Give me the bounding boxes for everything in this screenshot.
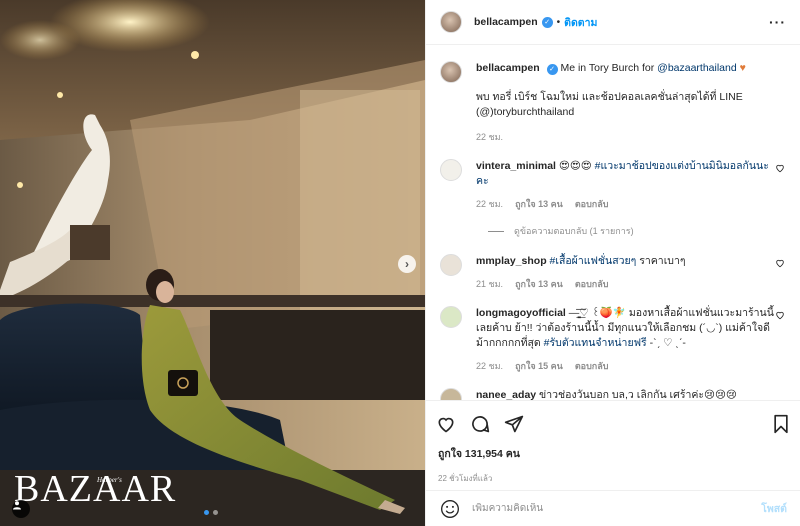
caption-meta: 22 ชม. (476, 130, 776, 145)
heart-icon[interactable] (775, 310, 785, 320)
carousel-dot (213, 510, 218, 515)
comment-username[interactable]: nanee_aday (476, 389, 536, 400)
caption-time[interactable]: 22 ชม. (476, 130, 503, 145)
avatar[interactable] (440, 11, 462, 33)
emoji-icon[interactable] (440, 499, 460, 519)
avatar[interactable] (440, 388, 462, 400)
view-replies-button[interactable]: ดูข้อความตอบกลับ (1 รายการ) (488, 224, 787, 238)
comment-likes[interactable]: ถูกใจ 13 คน (515, 197, 563, 212)
heart-icon[interactable] (775, 258, 785, 268)
bazaar-logo: BAZAAR (14, 468, 177, 510)
comment-body: longmagoyofficial —̳͟͞͞♡ ꒰🍑🧚 มองหาเสื้อผ… (476, 306, 776, 374)
caption-username[interactable]: bellacampen (476, 62, 540, 74)
comment-hashtag[interactable]: #รับตัวแทนจำหน่ายฟรี (544, 337, 647, 349)
carousel-indicator (204, 510, 218, 515)
post-comment-button[interactable]: โพสต์ (761, 500, 787, 517)
post-time-ago[interactable]: 22 ชั่วโมงที่แล้ว (436, 472, 791, 485)
comment-body: mmplay_shop #เสื้อผ้าแฟชั่นสวยๆ ราคาเบาๆ… (476, 254, 776, 292)
comment-likes[interactable]: ถูกใจ 15 คน (515, 359, 563, 374)
follow-button[interactable]: ติดตาม (564, 14, 597, 31)
heart-icon[interactable] (775, 163, 785, 173)
comment-hashtag[interactable]: #เสื้อผ้าแฟชั่นสวยๆ (550, 255, 637, 267)
avatar[interactable] (440, 306, 462, 328)
header-username[interactable]: bellacampen (474, 16, 538, 28)
comment-icon[interactable] (470, 414, 490, 434)
add-comment-bar: โพสต์ (426, 490, 800, 526)
caption-text: Me in Tory Burch for (560, 62, 655, 74)
comment-username[interactable]: vintera_minimal (476, 160, 556, 172)
comment-text-after: -ˋˏ ♡ ˎˊ- (646, 337, 686, 349)
avatar[interactable] (440, 254, 462, 276)
user-tag-icon[interactable] (12, 500, 30, 518)
post-image[interactable]: BAZAAR Harper's › (0, 0, 425, 526)
comment-time[interactable]: 22 ชม. (476, 359, 503, 374)
comment-text: 😍😍😍 (558, 160, 595, 172)
share-icon[interactable] (504, 414, 524, 434)
reply-button[interactable]: ตอบกลับ (575, 359, 609, 374)
comment-item: vintera_minimal 😍😍😍 #แวะมาช้อปของแต่งบ้า… (440, 159, 787, 212)
separator-dot: • (556, 16, 561, 28)
comment-item: mmplay_shop #เสื้อผ้าแฟชั่นสวยๆ ราคาเบาๆ… (440, 254, 787, 292)
verified-badge-icon: ✓ (546, 64, 558, 75)
comment-username[interactable]: longmagoyofficial (476, 307, 566, 319)
comment-text: ราคาเบาๆ (636, 255, 686, 267)
post-header: bellacampen ✓ • ติดตาม ··· (426, 0, 800, 45)
comment-time[interactable]: 22 ชม. (476, 197, 503, 212)
action-icons (436, 413, 791, 435)
comment-item: nanee_aday ข่าวช่องวันบอก บล,ว เลิกกัน เ… (440, 388, 787, 400)
avatar[interactable] (440, 61, 462, 83)
post-actions: ถูกใจ 131,954 คน 22 ชั่วโมงที่แล้ว (426, 400, 800, 490)
comment-username[interactable]: mmplay_shop (476, 255, 547, 267)
carousel-dot-active (204, 510, 209, 515)
orange-heart-icon: ♥ (739, 62, 746, 74)
view-replies-label[interactable]: ดูข้อความตอบกลับ (1 รายการ) (514, 224, 634, 238)
caption-body: bellacampen ✓ Me in Tory Burch for @baza… (476, 61, 776, 145)
likes-count[interactable]: ถูกใจ 131,954 คน (436, 445, 791, 462)
comment-input[interactable] (472, 503, 762, 514)
replies-line (488, 230, 504, 232)
harpers-logo: Harper's (97, 476, 122, 484)
comments-list[interactable]: bellacampen ✓ Me in Tory Burch for @baza… (426, 45, 800, 400)
comment-likes[interactable]: ถูกใจ 13 คน (515, 277, 563, 292)
comment-item: longmagoyofficial —̳͟͞͞♡ ꒰🍑🧚 มองหาเสื้อผ… (440, 306, 787, 374)
verified-badge-icon: ✓ (541, 16, 553, 28)
avatar[interactable] (440, 159, 462, 181)
post-side-panel: bellacampen ✓ • ติดตาม ··· bellacampen ✓… (425, 0, 800, 526)
heart-icon[interactable] (436, 414, 456, 434)
caption-mention[interactable]: @bazaarthailand (657, 62, 737, 74)
reply-button[interactable]: ตอบกลับ (575, 197, 609, 212)
bookmark-icon[interactable] (771, 414, 791, 434)
caption: bellacampen ✓ Me in Tory Burch for @baza… (440, 61, 787, 145)
comment-body: nanee_aday ข่าวช่องวันบอก บล,ว เลิกกัน เ… (476, 388, 776, 400)
reply-button[interactable]: ตอบกลับ (575, 277, 609, 292)
more-horizontal-icon[interactable]: ··· (769, 14, 786, 30)
photo-illustration (0, 0, 425, 526)
comment-text: ข่าวช่องวันบอก บล,ว เลิกกัน เศร้าค่ะ😢😢😢 (539, 389, 737, 400)
comment-meta: 22 ชม. ถูกใจ 13 คน ตอบกลับ (476, 197, 776, 212)
comment-body: vintera_minimal 😍😍😍 #แวะมาช้อปของแต่งบ้า… (476, 159, 776, 212)
caption-line2: พบ ทอรี่ เบิร์ช โฉมใหม่ และช้อปคอลเลคชั่… (476, 91, 743, 118)
comment-time[interactable]: 21 ชม. (476, 277, 503, 292)
chevron-right-icon[interactable]: › (398, 255, 416, 273)
comment-meta: 21 ชม. ถูกใจ 13 คน ตอบกลับ (476, 277, 776, 292)
comment-meta: 22 ชม. ถูกใจ 15 คน ตอบกลับ (476, 359, 776, 374)
